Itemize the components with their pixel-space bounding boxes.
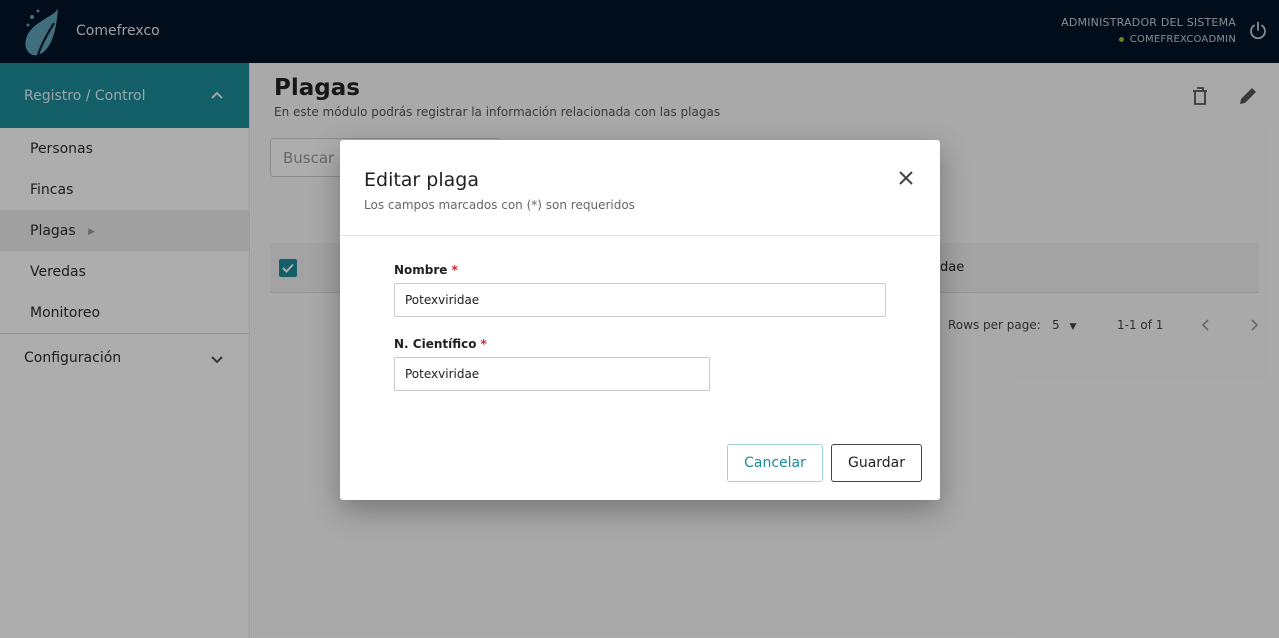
dialog-divider bbox=[340, 235, 940, 236]
required-mark: * bbox=[480, 337, 487, 351]
close-icon[interactable] bbox=[896, 168, 916, 188]
nombre-cientifico-field[interactable] bbox=[394, 357, 710, 391]
save-button[interactable]: Guardar bbox=[831, 444, 922, 482]
dialog-subtitle: Los campos marcados con (*) son requerid… bbox=[364, 198, 635, 212]
field-label-text: Nombre bbox=[394, 263, 448, 277]
edit-plaga-dialog: Editar plaga Los campos marcados con (*)… bbox=[340, 140, 940, 500]
cancel-button[interactable]: Cancelar bbox=[727, 444, 823, 482]
nombre-cientifico-label: N. Científico * bbox=[394, 337, 487, 351]
nombre-field[interactable] bbox=[394, 283, 886, 317]
dialog-title: Editar plaga bbox=[364, 169, 479, 191]
field-label-text: N. Científico bbox=[394, 337, 477, 351]
required-mark: * bbox=[451, 263, 458, 277]
nombre-label: Nombre * bbox=[394, 263, 458, 277]
